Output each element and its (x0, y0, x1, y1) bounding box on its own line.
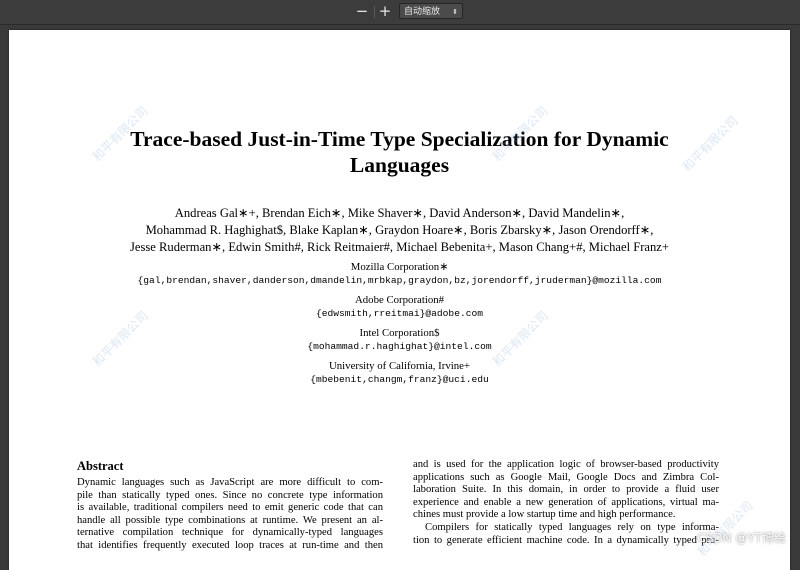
text-line: tion to generate efficient machine code.… (413, 534, 719, 546)
abstract-heading: Abstract (77, 459, 124, 473)
text-line: is available, traditional compilers need… (77, 502, 383, 514)
text-line: that identifies frequently executed loop… (77, 539, 383, 551)
zoom-select-value: 自动缩放 (404, 7, 441, 17)
pdf-toolbar: − + 自动缩放 ⬍ (0, 0, 800, 25)
abstract-text: Dynamic languages such as JavaScript are… (77, 477, 383, 553)
text-line: handle all possible type combinations at… (77, 514, 383, 526)
author-line: Andreas Gal∗+, Brendan Eich∗, Mike Shave… (174, 206, 625, 220)
affiliation-uci: University of California, Irvine+ {mbebe… (9, 360, 790, 387)
author-line: Mohammad R. Haghighat$, Blake Kaplan∗, G… (145, 223, 654, 237)
affiliation-emails: {gal,brendan,shaver,danderson,dmandelin,… (137, 275, 662, 286)
zoom-out-button[interactable]: − (353, 3, 371, 21)
text-line: applications such as Google Mail, Google… (413, 471, 719, 483)
corner-watermark: CSDN @YT博绘 (697, 531, 786, 545)
title-line: Languages (349, 153, 450, 177)
text-line: ternative compilation technique for dyna… (77, 527, 383, 539)
affiliation-name: University of California, Irvine+ (328, 360, 470, 372)
affiliation-adobe: Adobe Corporation# {edwsmith,rreitmai}@a… (9, 294, 790, 321)
intro-text: and is used for the application logic of… (413, 459, 719, 547)
affiliation-emails: {edwsmith,rreitmai}@adobe.com (316, 308, 483, 319)
author-line: Jesse Ruderman∗, Edwin Smith#, Rick Reit… (129, 240, 669, 254)
text-line: experience and enable a new generation o… (413, 496, 719, 508)
author-list: Andreas Gal∗+, Brendan Eich∗, Mike Shave… (9, 205, 790, 256)
text-line: and is used for the application logic of… (413, 459, 719, 470)
affiliation-intel: Intel Corporation$ {mohammad.r.haghighat… (9, 327, 790, 354)
text-line: chines must provide a low startup time a… (413, 509, 676, 521)
affiliation-name: Adobe Corporation# (354, 294, 445, 306)
title-line: Trace-based Just-in-Time Type Specializa… (130, 127, 669, 151)
text-line: Dynamic languages such as JavaScript are… (77, 477, 383, 488)
affiliation-name: Mozilla Corporation∗ (350, 261, 449, 273)
affiliation-name: Intel Corporation$ (359, 327, 440, 339)
zoom-select[interactable]: 自动缩放 ⬍ (399, 3, 463, 19)
affiliation-emails: {mbebenit,changm,franz}@uci.edu (310, 374, 489, 385)
text-line: laboration Suite. In this domain, in ord… (413, 484, 719, 496)
paper-title: Trace-based Just-in-Time Type Specializa… (9, 126, 790, 178)
select-arrows-icon: ⬍ (452, 8, 458, 16)
text-line: Compilers for statically typed languages… (425, 521, 719, 533)
toolbar-divider (374, 6, 375, 18)
text-line: pile than statically typed ones. Since n… (77, 489, 383, 501)
zoom-in-button[interactable]: + (376, 3, 394, 21)
affiliation-emails: {mohammad.r.haghighat}@intel.com (307, 341, 492, 352)
affiliation-mozilla: Mozilla Corporation∗ {gal,brendan,shaver… (9, 261, 790, 288)
pdf-page: Trace-based Just-in-Time Type Specializa… (9, 30, 790, 570)
